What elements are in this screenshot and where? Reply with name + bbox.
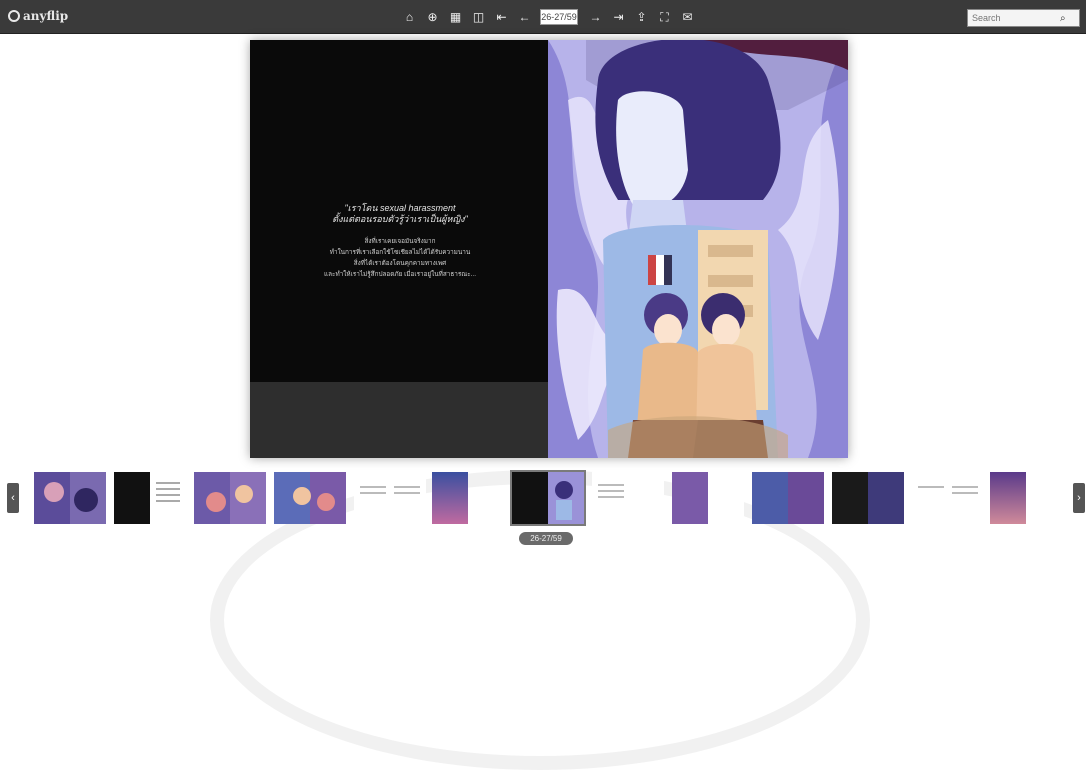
page-number-input[interactable]: 26-27/59 — [540, 9, 578, 25]
quote-line-2: ตั้งแต่ตอนรอบตัวรู้ว่าเราเป็นผู้หญิง" — [332, 214, 468, 224]
logo-text: anyflip — [23, 9, 69, 23]
search-input[interactable] — [968, 13, 1060, 23]
thumbnail-page[interactable] — [990, 472, 1026, 524]
thumbnail-page-current[interactable] — [510, 470, 586, 526]
toolbar: anyflip ⌂ ⊕ ▦ ◫ ⇤ ← 26-27/59 → ⇥ ⇪ ⛶ ✉ ⌕ — [0, 0, 1086, 34]
body-line: และทำให้เราไม่รู้สึกปลอดภัย เมื่อเราอยู่… — [324, 271, 476, 278]
thumbnail-page[interactable] — [752, 472, 824, 524]
thumbnail-art — [293, 487, 335, 511]
thumbnail-page[interactable] — [832, 472, 904, 524]
zoom-button[interactable]: ⊕ — [421, 8, 444, 26]
thumbnail-page[interactable] — [34, 472, 106, 524]
next-page-button[interactable]: → — [584, 8, 607, 26]
logo-mark-icon — [8, 10, 20, 22]
thumbnail-page[interactable] — [432, 472, 468, 524]
thumbnail-art — [360, 486, 420, 494]
page-indicator-badge: 26-27/59 — [519, 532, 573, 545]
fullscreen-button[interactable]: ⛶ — [653, 8, 676, 26]
thumbnail-strip — [28, 466, 1060, 526]
thumbnail-art — [206, 485, 253, 512]
search-icon[interactable]: ⌕ — [1060, 13, 1066, 24]
toolbar-tools: ⌂ ⊕ ▦ ◫ ⇤ ← 26-27/59 → ⇥ ⇪ ⛶ ✉ — [398, 8, 699, 26]
thumbnail-page[interactable] — [354, 472, 426, 524]
thumbnail-prev-button[interactable]: ‹ — [7, 483, 19, 513]
quote-line-1: "เราโดน sexual harassment — [344, 203, 456, 213]
right-page-illustration[interactable] — [548, 40, 848, 458]
thumbnail-page[interactable] — [274, 472, 346, 524]
thumbnail-art — [918, 486, 978, 494]
email-button[interactable]: ✉ — [676, 8, 699, 26]
last-page-button[interactable]: ⇥ — [607, 8, 630, 26]
thumbnail-page[interactable] — [114, 472, 186, 524]
thumbnail-page[interactable] — [592, 472, 664, 524]
body-line: สิ่งที่ได้เราต้องโดนคุกคามทางเพศ — [353, 260, 447, 267]
thumbnail-page[interactable] — [672, 472, 744, 524]
thumbnail-page[interactable] — [912, 472, 984, 524]
single-page-button[interactable]: ◫ — [467, 8, 490, 26]
body-line: ทำในการที่เราเลือกใช้โซเชียลไม่ได้ได้รับ… — [329, 249, 471, 256]
previous-page-button[interactable]: ← — [513, 8, 536, 26]
page-shadow-band — [250, 382, 548, 458]
home-button[interactable]: ⌂ — [398, 8, 421, 26]
thumbnail-page[interactable] — [194, 472, 266, 524]
thumbnail-next-button[interactable]: › — [1073, 483, 1085, 513]
anyflip-logo[interactable]: anyflip — [8, 9, 68, 23]
first-page-button[interactable]: ⇤ — [490, 8, 513, 26]
illustration-art — [548, 40, 848, 458]
thumbnails-button[interactable]: ▦ — [444, 8, 467, 26]
share-button[interactable]: ⇪ — [630, 8, 653, 26]
thumbnail-art — [598, 484, 624, 498]
page-text-block: "เราโดน sexual harassment ตั้งแต่ตอนรอบต… — [290, 203, 510, 280]
body-line: สิ่งที่เราเคยเจอมันจริงมาก — [364, 238, 436, 245]
thumbnail-art — [44, 482, 98, 512]
left-page[interactable]: "เราโดน sexual harassment ตั้งแต่ตอนรอบต… — [250, 40, 548, 458]
thumbnail-art — [555, 481, 573, 520]
thumbnail-art — [156, 482, 180, 502]
search-box: ⌕ — [967, 9, 1080, 27]
body-paragraph: สิ่งที่เราเคยเจอมันจริงมาก ทำในการที่เรา… — [290, 236, 510, 280]
flipbook-spread[interactable]: "เราโดน sexual harassment ตั้งแต่ตอนรอบต… — [250, 40, 848, 458]
